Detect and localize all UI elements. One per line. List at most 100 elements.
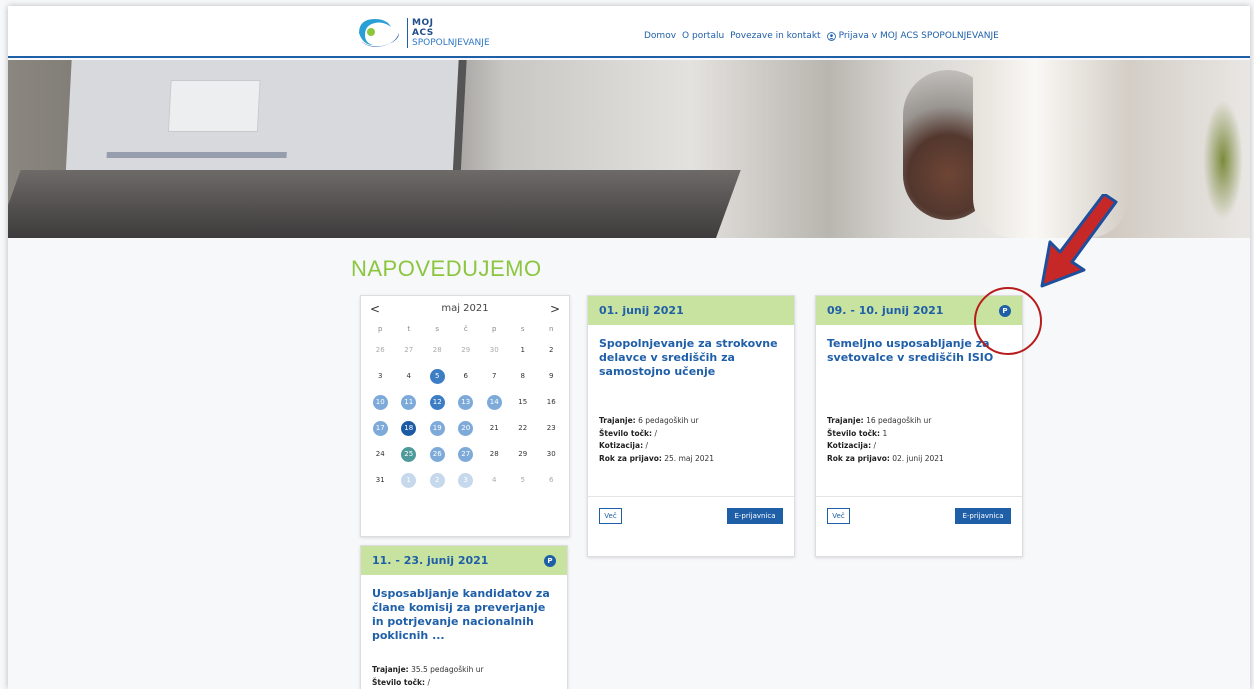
more-button[interactable]: Več: [599, 508, 622, 524]
calendar-day[interactable]: 6: [544, 473, 559, 488]
calendar-day[interactable]: 4: [401, 369, 416, 384]
calendar-day[interactable]: 4: [487, 473, 502, 488]
calendar-day-event[interactable]: 5: [429, 368, 445, 384]
calendar-week-row: 31 1 2 3 4 5 6: [366, 469, 566, 491]
calendar-day[interactable]: 3: [373, 369, 388, 384]
calendar-day-event[interactable]: 18: [401, 420, 417, 436]
calendar-weekdays: p t s č p s n: [366, 323, 566, 335]
nav-login[interactable]: Prijava v MOJ ACS SPOPOLNJEVANJE: [826, 31, 999, 41]
p-badge-icon: P: [544, 555, 556, 567]
weekday-label: p: [492, 325, 497, 333]
value-kotizacija: /: [873, 441, 876, 450]
calendar-day[interactable]: 22: [515, 421, 530, 436]
calendar-day[interactable]: 7: [487, 369, 502, 384]
calendar-day-event[interactable]: 11: [401, 394, 417, 410]
weekday-label: s: [435, 325, 440, 333]
calendar-day-cell: 11: [395, 391, 424, 413]
nav-home[interactable]: Domov: [644, 31, 676, 41]
calendar-day-cell: 14: [480, 391, 509, 413]
calendar-day-cell: 13: [452, 391, 481, 413]
calendar-day[interactable]: 26: [373, 343, 388, 358]
nav-about[interactable]: O portalu: [682, 31, 724, 41]
calendar-day[interactable]: 29: [515, 447, 530, 462]
label-trajanje: Trajanje:: [599, 416, 636, 425]
nav-links-contact[interactable]: Povezave in kontakt: [730, 31, 820, 41]
calendar-day-cell: 5: [509, 469, 538, 491]
calendar-week-row: 10 11 12 13 14 15 16: [366, 391, 566, 413]
calendar-day-event[interactable]: 14: [486, 394, 502, 410]
label-rok: Rok za prijavo:: [599, 453, 662, 463]
calendar-weeks: 26 27 28 29 30 1 2 3 4 5 6 7 8 9 10 11 12 13 14 15 16 17 18 19 2…: [366, 339, 566, 491]
calendar-week-row: 17 18 19 20 21 22 23: [366, 417, 566, 439]
calendar-day[interactable]: 24: [373, 447, 388, 462]
calendar-day[interactable]: 15: [515, 395, 530, 410]
calendar-day-event[interactable]: 17: [372, 420, 388, 436]
calendar-day-cell: 29: [509, 443, 538, 465]
calendar-day[interactable]: 1: [515, 343, 530, 358]
calendar-day-cell: 20: [452, 417, 481, 439]
calendar-day-event[interactable]: 27: [458, 446, 474, 462]
calendar-day[interactable]: 30: [487, 343, 502, 358]
calendar-day-event[interactable]: 2: [429, 472, 445, 488]
event-title[interactable]: Spopolnjevanje za strokovne delavce v sr…: [599, 337, 784, 379]
calendar-week-row: 24 25 26 27 28 29 30: [366, 443, 566, 465]
calendar-day-event[interactable]: 1: [401, 472, 417, 488]
calendar-day[interactable]: 28: [487, 447, 502, 462]
calendar-day-cell: 26: [423, 443, 452, 465]
calendar-day[interactable]: 23: [544, 421, 559, 436]
calendar-day[interactable]: 16: [544, 395, 559, 410]
calendar-header: < maj 2021 >: [361, 302, 569, 318]
calendar-day[interactable]: 8: [515, 369, 530, 384]
calendar-day-cell: 28: [480, 443, 509, 465]
calendar-day-event[interactable]: 20: [458, 420, 474, 436]
calendar-day[interactable]: 5: [515, 473, 530, 488]
calendar-day[interactable]: 2: [544, 343, 559, 358]
more-button[interactable]: Več: [827, 508, 850, 524]
site-logo[interactable]: MOJ ACS SPOPOLNJEVANJE: [355, 13, 490, 53]
calendar-day-event[interactable]: 26: [429, 446, 445, 462]
value-rok: 02. junij 2021: [892, 453, 944, 463]
calendar-day-event[interactable]: 25: [401, 446, 417, 462]
calendar-day[interactable]: 21: [487, 421, 502, 436]
calendar-day[interactable]: 9: [544, 369, 559, 384]
e-application-button[interactable]: E-prijavnica: [955, 508, 1011, 524]
calendar-day[interactable]: 27: [401, 343, 416, 358]
calendar-day-event[interactable]: 19: [429, 420, 445, 436]
browser-frame: MOJ ACS SPOPOLNJEVANJE Domov O portalu P…: [8, 6, 1250, 689]
label-trajanje: Trajanje:: [372, 665, 409, 674]
calendar-day-cell: 1: [509, 339, 538, 361]
label-tocke: Število točk:: [599, 428, 653, 438]
weekday-label: p: [378, 325, 383, 333]
calendar-next-button[interactable]: >: [550, 302, 560, 316]
calendar-day-cell: 1: [395, 469, 424, 491]
event-card: 01. junij 2021 Spopolnjevanje za strokov…: [587, 295, 795, 557]
calendar-day-cell: 3: [366, 365, 395, 387]
logo-mark-icon: [355, 15, 401, 51]
site-header: MOJ ACS SPOPOLNJEVANJE Domov O portalu P…: [8, 6, 1250, 58]
event-card-footer: Več E-prijavnica: [816, 496, 1022, 558]
calendar-day-event[interactable]: 10: [372, 394, 388, 410]
calendar-day[interactable]: 28: [430, 343, 445, 358]
calendar-day[interactable]: 31: [373, 473, 388, 488]
calendar-day-cell: 27: [395, 339, 424, 361]
value-tocke: /: [427, 677, 430, 687]
calendar-day-event[interactable]: 12: [429, 394, 445, 410]
calendar-day[interactable]: 6: [458, 369, 473, 384]
event-title[interactable]: Usposabljanje kandidatov za člane komisi…: [372, 587, 557, 643]
event-info: Trajanje: 16 pedagoških ur Število točk:…: [827, 415, 944, 465]
weekday-label: s: [520, 325, 525, 333]
calendar-day-cell: 24: [366, 443, 395, 465]
calendar-day-event[interactable]: 13: [458, 394, 474, 410]
calendar-day-cell: 9: [537, 365, 566, 387]
calendar-day-cell: 21: [480, 417, 509, 439]
weekday-label: n: [549, 325, 554, 333]
e-application-button[interactable]: E-prijavnica: [727, 508, 783, 524]
calendar-day-cell: 27: [452, 443, 481, 465]
label-trajanje: Trajanje:: [827, 416, 864, 425]
calendar-day[interactable]: 30: [544, 447, 559, 462]
calendar-day-cell: 6: [452, 365, 481, 387]
calendar-day-cell: 12: [423, 391, 452, 413]
calendar-day-event[interactable]: 3: [458, 472, 474, 488]
calendar-day[interactable]: 29: [458, 343, 473, 358]
calendar-day-cell: 18: [395, 417, 424, 439]
